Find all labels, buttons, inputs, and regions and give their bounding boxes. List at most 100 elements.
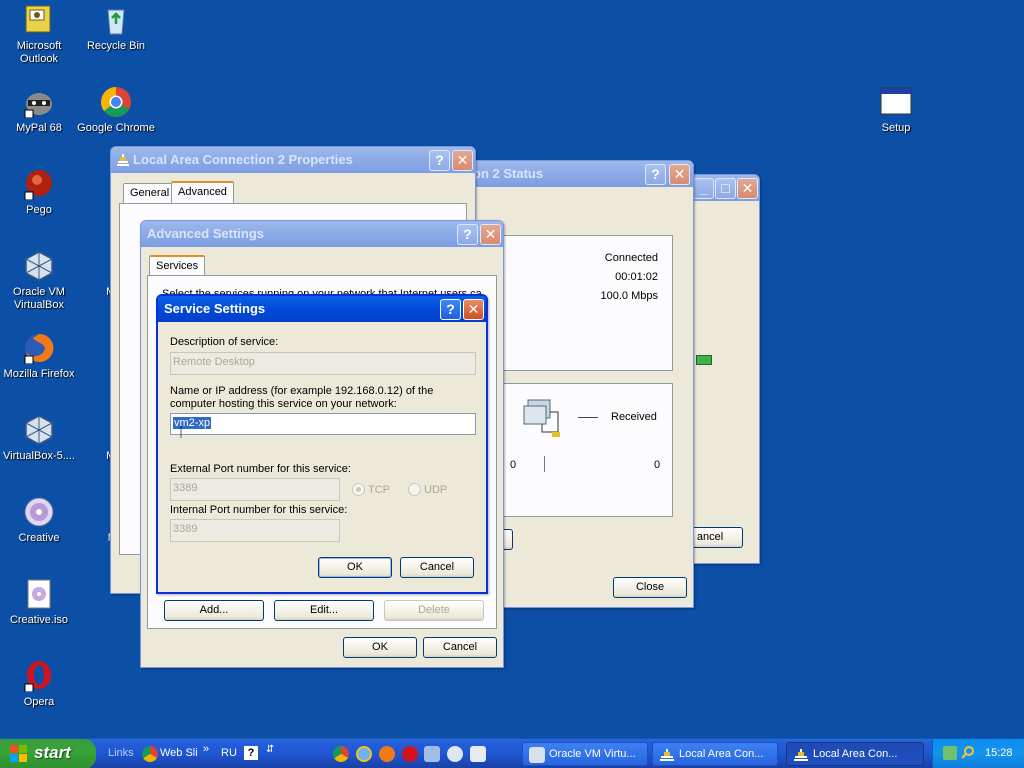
host-label-line2: computer hosting this service on your ne… bbox=[170, 398, 397, 410]
desktop-icon-label: MyPal 68 bbox=[16, 122, 62, 134]
close-button[interactable]: ✕ bbox=[463, 299, 484, 320]
tab-services[interactable]: Services bbox=[149, 255, 206, 277]
raccoon-icon bbox=[23, 86, 55, 119]
taskbar-item-virtualbox[interactable]: Oracle VM Virtu... bbox=[522, 742, 648, 766]
links-toolbar-label[interactable]: Links bbox=[108, 747, 134, 759]
edit-service-button[interactable]: Edit... bbox=[274, 600, 374, 621]
firefox-launch-icon[interactable] bbox=[379, 746, 395, 762]
desktop-icon-recycle-bin[interactable]: Recycle Bin bbox=[77, 4, 155, 53]
desktop-icon-pego[interactable]: Pego bbox=[0, 168, 78, 217]
status-window-titlebar[interactable]: on 2 Status ? ✕ bbox=[463, 161, 693, 187]
settings-launch-icon[interactable] bbox=[424, 746, 440, 762]
desktop-icon-setup[interactable]: Setup bbox=[857, 86, 935, 135]
description-label: Description of service: bbox=[170, 336, 279, 348]
external-port-label: External Port number for this service: bbox=[170, 463, 351, 475]
close-button[interactable]: ✕ bbox=[480, 224, 501, 245]
help-icon[interactable]: ? bbox=[244, 746, 258, 760]
network-connection-icon bbox=[793, 747, 809, 763]
help-button[interactable]: ? bbox=[457, 224, 478, 245]
desktop-icon-outlook[interactable]: Microsoft Outlook bbox=[0, 4, 78, 66]
advanced-settings-title: Advanced Settings bbox=[147, 226, 265, 241]
service-settings-dialog[interactable]: Service Settings ? ✕ Description of serv… bbox=[156, 294, 488, 594]
connection-duration: 00:01:02 bbox=[615, 271, 658, 283]
links-chevron[interactable]: » bbox=[203, 743, 209, 755]
status-close-button[interactable]: Close bbox=[613, 577, 687, 598]
external-port-field[interactable]: 3389 bbox=[170, 478, 340, 501]
help-button[interactable]: ? bbox=[429, 150, 450, 171]
windows-flag-icon bbox=[10, 745, 28, 763]
firefox-icon bbox=[23, 332, 55, 365]
received-label: Received bbox=[611, 411, 657, 423]
tcp-label: TCP bbox=[368, 484, 390, 496]
advanced-settings-titlebar[interactable]: Advanced Settings ? ✕ bbox=[141, 221, 503, 247]
chrome-quicklaunch-icon[interactable] bbox=[142, 746, 158, 762]
tab-advanced[interactable]: Advanced bbox=[171, 181, 234, 203]
ie-launch-icon[interactable] bbox=[356, 746, 372, 762]
outlook-icon bbox=[23, 4, 55, 36]
desktop-icon-firefox[interactable]: Mozilla Firefox bbox=[0, 332, 78, 381]
tab-general[interactable]: General bbox=[123, 183, 177, 203]
virtualbox-icon bbox=[529, 747, 545, 763]
host-label-line1: Name or IP address (for example 192.168.… bbox=[170, 385, 434, 397]
desktop-icon-label: Google Chrome bbox=[77, 122, 155, 134]
taskbar-item-local-area-connection-properties[interactable]: Local Area Con... bbox=[786, 742, 924, 766]
language-indicator[interactable]: RU bbox=[221, 747, 237, 759]
chrome-launch-icon[interactable] bbox=[333, 746, 349, 762]
internal-port-field[interactable]: 3389 bbox=[170, 519, 340, 542]
media-launch-icon[interactable] bbox=[447, 746, 463, 762]
advanced-cancel-button[interactable]: Cancel bbox=[423, 637, 497, 658]
description-field[interactable]: Remote Desktop bbox=[170, 352, 476, 375]
service-settings-title: Service Settings bbox=[164, 301, 266, 316]
taskbar-item-local-area-connection-status[interactable]: Local Area Con... bbox=[652, 742, 778, 766]
opera-launch-icon[interactable] bbox=[402, 746, 418, 762]
desktop-icon-mypal[interactable]: MyPal 68 bbox=[0, 86, 78, 135]
desktop-icon-label: Mozilla Firefox bbox=[3, 368, 75, 380]
virtualbox-launch-icon[interactable] bbox=[470, 746, 486, 762]
network-tray-icon[interactable] bbox=[943, 746, 957, 760]
status-window-title: on 2 Status bbox=[473, 166, 544, 181]
desktop-icon-label: Creative.iso bbox=[9, 614, 69, 626]
network-connection-icon bbox=[659, 747, 675, 763]
setup-window-icon bbox=[880, 86, 912, 118]
maximize-button[interactable]: □ bbox=[715, 178, 736, 199]
desktop-icon-creative[interactable]: Creative bbox=[0, 496, 78, 545]
help-button[interactable]: ? bbox=[645, 164, 666, 185]
text-cursor-icon bbox=[180, 426, 182, 438]
tcp-radio[interactable] bbox=[352, 483, 365, 496]
desktop-icon-opera[interactable]: Opera bbox=[0, 660, 78, 709]
desktop-icon-virtualbox-installer[interactable]: VirtualBox-5.... bbox=[0, 414, 78, 463]
display-settings-icon[interactable]: ⇵ bbox=[266, 744, 276, 760]
service-cancel-button[interactable]: Cancel bbox=[400, 557, 474, 578]
taskbar: start Links Web Sli » RU ? ⇵ Oracle VM V… bbox=[0, 738, 1024, 768]
desktop-icon-label: Setup bbox=[881, 122, 911, 134]
close-button[interactable]: ✕ bbox=[452, 150, 473, 171]
start-label: start bbox=[34, 743, 71, 762]
host-field[interactable]: vm2-xp bbox=[170, 413, 476, 435]
desktop-icon-virtualbox[interactable]: Oracle VM VirtualBox bbox=[0, 250, 78, 312]
received-bytes: 0 bbox=[654, 459, 661, 471]
desktop-icon-creative-iso[interactable]: Creative.iso bbox=[0, 578, 78, 627]
search-tray-icon[interactable] bbox=[961, 745, 975, 759]
close-button[interactable]: ✕ bbox=[737, 178, 758, 199]
web-slice-link[interactable]: Web Sli bbox=[160, 747, 198, 759]
internal-port-label: Internal Port number for this service: bbox=[170, 504, 348, 516]
clock[interactable]: 15:28 bbox=[985, 747, 1013, 759]
advanced-ok-button[interactable]: OK bbox=[343, 637, 417, 658]
desktop-icon-label: Microsoft Outlook bbox=[16, 40, 62, 65]
connection-status: Connected bbox=[604, 252, 658, 264]
desktop-icon-chrome[interactable]: Google Chrome bbox=[77, 86, 155, 135]
close-button[interactable]: ✕ bbox=[669, 164, 690, 185]
start-button[interactable]: start bbox=[0, 739, 96, 768]
minimize-button[interactable]: _ bbox=[693, 178, 714, 199]
add-service-button[interactable]: Add... bbox=[164, 600, 264, 621]
help-button[interactable]: ? bbox=[440, 299, 461, 320]
desktop-icon-label: Pego bbox=[26, 204, 52, 216]
properties-titlebar[interactable]: Local Area Connection 2 Properties ? ✕ bbox=[111, 147, 475, 173]
delete-service-button[interactable]: Delete bbox=[384, 600, 484, 621]
chrome-icon bbox=[100, 86, 132, 118]
activity-line bbox=[578, 417, 598, 418]
activity-separator bbox=[544, 456, 545, 472]
udp-radio[interactable] bbox=[408, 483, 421, 496]
service-settings-titlebar[interactable]: Service Settings ? ✕ bbox=[158, 296, 486, 322]
service-ok-button[interactable]: OK bbox=[318, 557, 392, 578]
